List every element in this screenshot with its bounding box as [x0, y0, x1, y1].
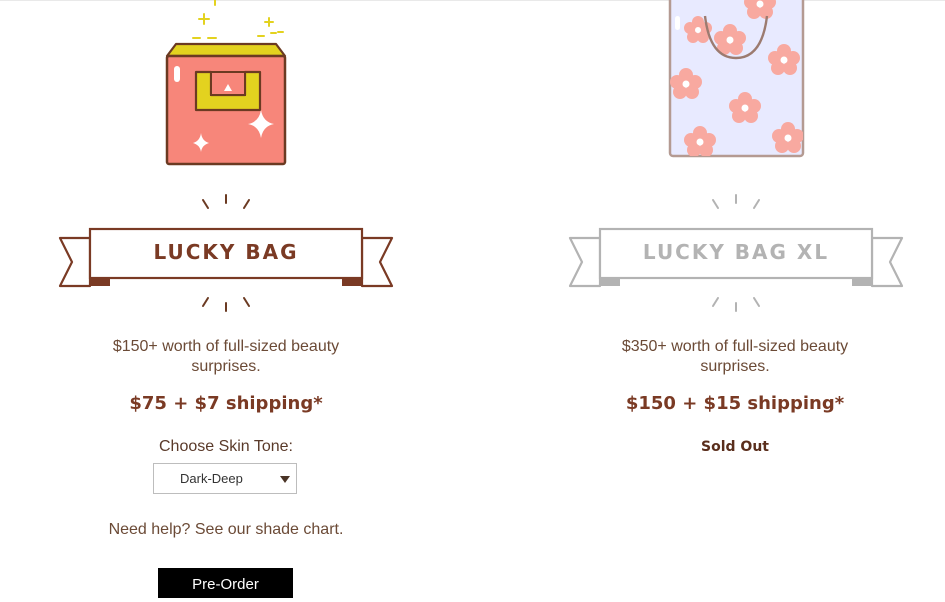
product-description: $150+ worth of full-sized beauty surpris… — [112, 338, 340, 375]
product-description: $350+ worth of full-sized beauty surpris… — [621, 338, 849, 375]
product-card-lucky-bag: LUCKY BAG $150+ worth of full-sized beau… — [0, 0, 460, 598]
product-card-lucky-bag-xl: LUCKY BAG XL $350+ worth of full-sized b… — [460, 0, 945, 592]
flower-bag-icon[interactable] — [665, 0, 815, 170]
sparkle-rays-icon — [712, 194, 760, 209]
skin-tone-label: Choose Skin Tone: — [158, 438, 293, 455]
sold-out-label: Sold Out — [701, 439, 769, 455]
gift-bag-icon[interactable] — [150, 0, 300, 175]
sparkle-rays-icon — [202, 194, 250, 209]
product-title: LUCKY BAG — [153, 240, 299, 264]
product-price: $75 + $7 shipping* — [129, 393, 323, 414]
skin-tone-select[interactable]: Dark-Deep — [153, 463, 297, 494]
product-title: LUCKY BAG XL — [642, 240, 830, 264]
shade-chart-help[interactable]: Need help? See our shade chart. — [76, 521, 376, 539]
pre-order-button[interactable]: Pre-Order — [158, 568, 293, 598]
product-price: $150 + $15 shipping* — [625, 393, 845, 414]
skin-tone-value: Dark-Deep — [180, 471, 243, 486]
chevron-down-icon — [280, 476, 290, 483]
sparkle-rays-icon — [202, 297, 250, 312]
sparkle-rays-icon — [712, 297, 760, 312]
